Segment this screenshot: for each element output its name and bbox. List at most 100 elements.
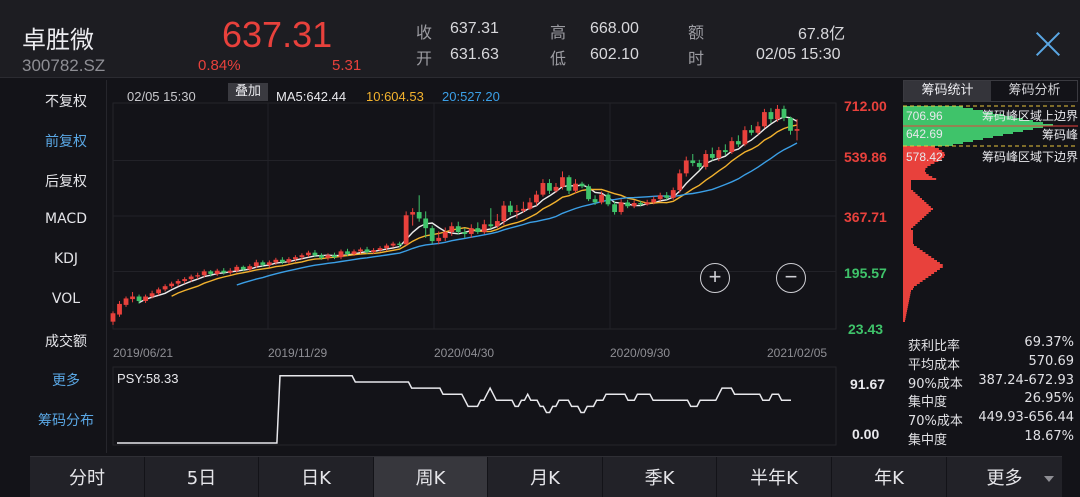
x-tick-label: 2019/11/29 bbox=[268, 346, 327, 360]
chevron-down-icon bbox=[1044, 476, 1054, 482]
tab-monthly[interactable]: 月K bbox=[488, 457, 603, 497]
x-tick-label: 2020/09/30 bbox=[610, 346, 670, 360]
candle-body bbox=[755, 126, 761, 133]
tab-5day[interactable]: 5日 bbox=[145, 457, 259, 497]
chip-bar bbox=[903, 204, 929, 206]
candle-body bbox=[123, 298, 129, 305]
candle-body bbox=[716, 150, 722, 158]
close-value: 637.31 bbox=[450, 20, 499, 37]
peak-label: 筹码峰 bbox=[1042, 128, 1078, 142]
candle-body bbox=[468, 228, 474, 234]
peak-upper-price: 706.96 bbox=[906, 109, 943, 123]
stock-name: 卓胜微 bbox=[22, 26, 94, 54]
tab-more-label: 更多 bbox=[986, 468, 1023, 489]
ma5-label: MA5:642.44 bbox=[276, 89, 346, 104]
tab-chip-analysis[interactable]: 筹码分析 bbox=[991, 81, 1078, 101]
candle-body bbox=[768, 112, 774, 120]
chip-bar bbox=[903, 278, 926, 280]
amount-label: 额 bbox=[688, 23, 705, 42]
candle-body bbox=[507, 205, 513, 213]
candle-body bbox=[579, 183, 585, 187]
zoom-in-icon[interactable]: + bbox=[700, 263, 730, 293]
candle-body bbox=[169, 283, 175, 287]
candle-body bbox=[749, 130, 754, 133]
period-tabs: 分时 5日 日K 周K 月K 季K 半年K 年K 更多 bbox=[30, 456, 1062, 497]
chip-bar bbox=[903, 254, 929, 256]
chip-bar bbox=[903, 214, 927, 216]
chip-bar bbox=[903, 272, 935, 274]
tab-quarterly[interactable]: 季K bbox=[603, 457, 717, 497]
zoom-out-icon[interactable]: − bbox=[776, 263, 806, 293]
candle-body bbox=[214, 270, 220, 274]
y-tick-label: 539.86 bbox=[844, 149, 887, 165]
candle-body bbox=[781, 108, 787, 118]
candle-body bbox=[208, 271, 214, 274]
tab-intraday[interactable]: 分时 bbox=[30, 457, 145, 497]
amount-value: 67.8亿 bbox=[798, 26, 846, 43]
tab-more[interactable]: 更多 bbox=[947, 457, 1062, 497]
candle-body bbox=[175, 281, 181, 284]
chip-bar bbox=[903, 292, 911, 294]
chip-bar bbox=[903, 316, 906, 318]
tab-half-year[interactable]: 半年K bbox=[717, 457, 832, 497]
candle-body bbox=[573, 183, 578, 191]
chip-bar bbox=[903, 250, 923, 252]
chip-bar bbox=[903, 236, 913, 238]
candle-body bbox=[397, 243, 403, 245]
candle-body bbox=[449, 226, 455, 233]
candle-body bbox=[143, 296, 148, 302]
chip-bar bbox=[903, 244, 914, 246]
chip-bar bbox=[903, 212, 929, 214]
x-tick-label: 2019/06/21 bbox=[113, 346, 173, 360]
candle-body bbox=[345, 251, 350, 254]
stat-label: 集中度 bbox=[908, 433, 948, 448]
chip-bar bbox=[903, 218, 922, 220]
stat-value: 570.69 bbox=[1028, 354, 1075, 369]
candle-body bbox=[195, 275, 201, 277]
chip-bar bbox=[903, 172, 927, 174]
main-grid bbox=[112, 102, 837, 330]
chart-date: 02/05 15:30 bbox=[127, 89, 196, 104]
candle-body bbox=[540, 183, 546, 195]
chip-bar bbox=[903, 262, 940, 264]
tab-chip-stats[interactable]: 筹码统计 bbox=[904, 81, 991, 101]
ma20-label: 20:527.20 bbox=[442, 89, 500, 104]
candle-body bbox=[279, 259, 285, 263]
candle-body bbox=[651, 199, 657, 203]
chip-bar bbox=[903, 246, 917, 248]
chip-bar bbox=[903, 200, 925, 202]
chip-bar bbox=[903, 274, 932, 276]
high-value: 668.00 bbox=[590, 20, 639, 37]
candlesticks bbox=[110, 105, 800, 325]
candle-body bbox=[247, 266, 253, 270]
tab-weekly[interactable]: 周K bbox=[374, 457, 488, 497]
candle-body bbox=[664, 195, 670, 198]
current-price: 637.31 bbox=[222, 14, 333, 55]
candle-body bbox=[312, 252, 318, 256]
chip-bar bbox=[903, 184, 911, 186]
x-tick-label: 2021/02/05 bbox=[767, 346, 827, 360]
overlay-button[interactable]: 叠加 bbox=[228, 83, 268, 101]
stat-label: 获利比率 bbox=[908, 339, 961, 354]
candle-body bbox=[188, 276, 194, 280]
tab-yearly[interactable]: 年K bbox=[832, 457, 947, 497]
stat-label: 平均成本 bbox=[908, 358, 961, 373]
candle-body bbox=[260, 262, 266, 265]
chip-bar bbox=[903, 196, 920, 198]
candle-body bbox=[234, 266, 240, 271]
candle-body bbox=[182, 279, 188, 282]
psy-label: PSY:58.33 bbox=[117, 371, 178, 386]
chip-bar bbox=[903, 298, 910, 300]
candle-body bbox=[566, 177, 572, 191]
candle-body bbox=[488, 224, 494, 227]
stat-value: 387.24-672.93 bbox=[978, 373, 1074, 388]
candle-body bbox=[371, 250, 376, 253]
chip-bar bbox=[903, 280, 923, 282]
tab-daily[interactable]: 日K bbox=[259, 457, 374, 497]
chip-bar bbox=[903, 202, 927, 204]
candle-body bbox=[547, 183, 552, 191]
quote-header: 卓胜微 300782.SZ 637.31 0.84% 5.31 收 637.31… bbox=[0, 0, 1080, 78]
close-icon[interactable] bbox=[1034, 30, 1064, 60]
chip-bar bbox=[903, 142, 963, 144]
chip-bar bbox=[903, 228, 911, 230]
